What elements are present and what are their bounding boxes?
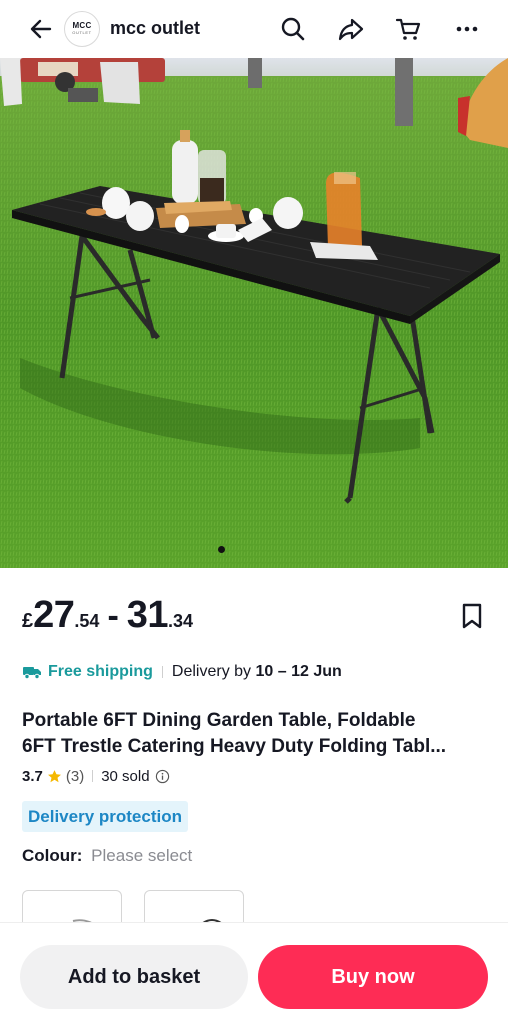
colour-selector[interactable]: Colour: Please select: [22, 846, 192, 866]
info-icon[interactable]: [155, 769, 170, 784]
shop-name[interactable]: mcc outlet: [110, 18, 200, 39]
bottom-action-bar: Add to basket Buy now: [0, 922, 508, 1024]
shipping-row[interactable]: Free shipping Delivery by 10 – 12 Jun: [22, 660, 342, 684]
divider: [92, 770, 94, 782]
gallery-indicator-dot: [218, 546, 225, 553]
product-title-line2: 6FT Trestle Catering Heavy Duty Folding …: [22, 736, 447, 757]
share-icon[interactable]: [336, 14, 366, 44]
add-to-basket-button[interactable]: Add to basket: [20, 945, 248, 1009]
price-range: £ 27 .54 - 31 .34: [22, 594, 193, 640]
product-image[interactable]: [0, 58, 508, 568]
delivery-range: 10 – 12 Jun: [255, 663, 342, 680]
buy-now-button[interactable]: Buy now: [258, 945, 488, 1009]
shop-logo[interactable]: MCC OUTLET: [64, 11, 100, 47]
free-shipping-label: Free shipping: [48, 663, 153, 680]
price-high-whole: 31: [126, 594, 169, 636]
delivery-prefix: Delivery by: [171, 663, 252, 680]
more-icon[interactable]: [452, 14, 482, 44]
bookmark-icon[interactable]: [460, 602, 484, 630]
product-title[interactable]: Portable 6FT Dining Garden Table, Foldab…: [22, 708, 488, 760]
delivery-estimate: Delivery by 10 – 12 Jun: [172, 663, 342, 681]
price-low-fraction: .54: [74, 611, 100, 631]
truck-icon: [23, 667, 41, 680]
star-icon: [47, 769, 61, 782]
rating-value: 3.7: [22, 767, 43, 785]
rating-row[interactable]: 3.7 (3) 30 sold: [22, 765, 170, 787]
cart-icon[interactable]: [393, 14, 423, 44]
colour-value: Please select: [91, 846, 193, 865]
logo-text: MCC: [72, 21, 92, 30]
divider: [161, 666, 163, 678]
back-arrow-icon[interactable]: [26, 14, 56, 44]
price-high-fraction: .34: [168, 611, 194, 631]
price-separator: -: [107, 597, 119, 635]
logo-subtext: OUTLET: [72, 30, 92, 35]
review-count: (3): [65, 767, 85, 785]
price-currency: £: [22, 610, 34, 632]
search-icon[interactable]: [278, 14, 308, 44]
top-bar: MCC OUTLET mcc outlet: [0, 0, 508, 58]
delivery-protection-badge[interactable]: Delivery protection: [22, 801, 188, 832]
colour-label: Colour:: [22, 846, 83, 865]
sold-count: 30 sold: [101, 767, 150, 785]
product-title-line1: Portable 6FT Dining Garden Table, Foldab…: [22, 710, 416, 731]
price-low-whole: 27: [33, 594, 75, 636]
